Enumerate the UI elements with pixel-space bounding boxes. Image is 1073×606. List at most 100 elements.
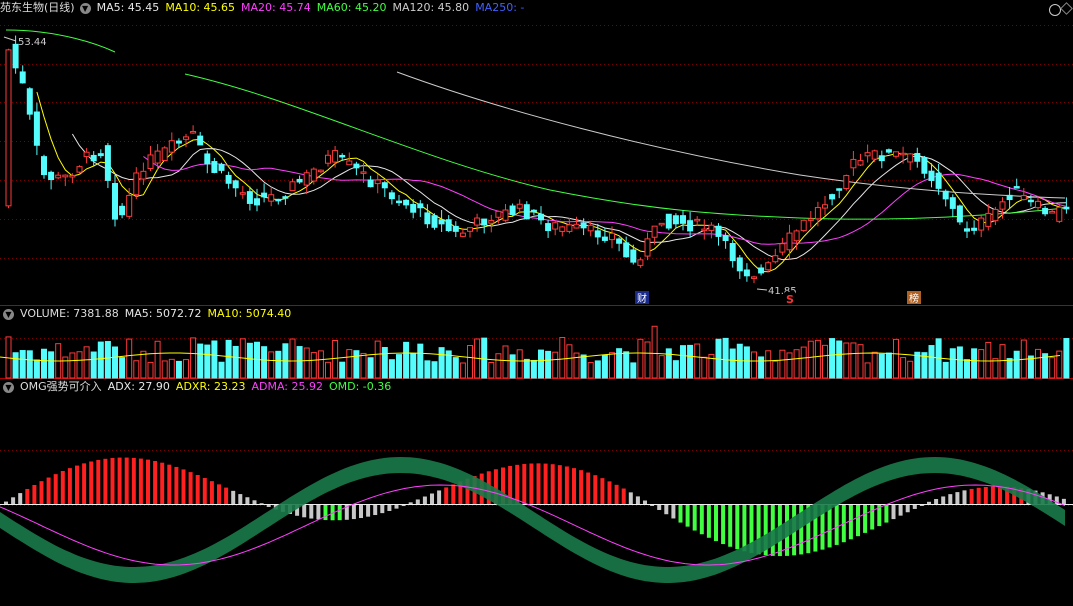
candle-body [758, 267, 765, 274]
omg-bar [557, 465, 562, 504]
omg-bar [373, 505, 378, 516]
candle-body [871, 150, 878, 160]
candle-body [836, 188, 843, 191]
volume-bar [566, 344, 573, 379]
omg-bar [834, 505, 839, 545]
candle-body [339, 154, 346, 158]
candle-body [275, 198, 282, 202]
candle-body [630, 249, 637, 263]
omg-bar [983, 486, 988, 504]
candle-body [225, 174, 232, 184]
omg-bar [75, 465, 79, 504]
omg-bar [742, 505, 747, 552]
candle-body [978, 217, 985, 231]
omg-bar [138, 458, 143, 504]
volume-bar [822, 344, 828, 379]
omg-bar [586, 472, 591, 504]
omg-bar [735, 505, 740, 550]
candlesticks [5, 35, 1070, 284]
omg-bar [337, 505, 342, 521]
candle-body [140, 170, 147, 180]
candle-body [33, 111, 40, 146]
omg-bar [635, 496, 640, 504]
candle-body [751, 276, 757, 279]
candle-body [545, 223, 552, 232]
volume-bar [488, 362, 495, 379]
candle-body [530, 209, 537, 213]
omg-bar [515, 464, 520, 504]
omg-bar [848, 505, 853, 540]
candle-body [935, 172, 942, 189]
omg-bar [976, 487, 981, 504]
candle-body [580, 222, 587, 229]
candle-body [857, 160, 864, 166]
omg-bar [309, 505, 314, 519]
volume-bar [1006, 358, 1013, 379]
candle-body [601, 236, 608, 241]
omg-bar [39, 481, 44, 504]
candle-body [637, 259, 644, 266]
candle-body [346, 160, 353, 166]
candle-body [317, 169, 324, 173]
volume-bar [758, 356, 765, 379]
omg-bar [884, 505, 889, 523]
candle-body [573, 223, 580, 229]
volume-bar [410, 352, 417, 379]
stock-chart[interactable]: 53.44 41.85 财 S 榜 [0, 0, 1073, 606]
omg-bar [934, 499, 939, 504]
candle-body [942, 190, 949, 200]
candle-body [282, 196, 289, 199]
candle-body [587, 224, 594, 232]
volume-bar [850, 342, 857, 379]
volume-bar [424, 360, 431, 379]
volume-bar [878, 353, 885, 379]
omg-bar [167, 464, 172, 504]
volume-bar [885, 352, 892, 379]
candle-body [83, 151, 90, 158]
volume-bar [800, 346, 807, 379]
candle-body [715, 225, 722, 237]
omg-bar [614, 484, 619, 504]
omg-bar [53, 474, 58, 504]
omg-bar [181, 469, 186, 504]
volume-bar [346, 349, 353, 379]
candle-body [360, 171, 367, 174]
volume-bar [168, 358, 175, 379]
volume-bar [907, 360, 914, 379]
candle-body [779, 243, 786, 253]
volume-bar [964, 359, 970, 379]
volume-bar [871, 351, 878, 379]
candle-body [736, 257, 743, 272]
candle-body [183, 136, 189, 140]
candle-body [708, 224, 715, 231]
omg-bar [188, 472, 193, 504]
omg-bar [905, 505, 910, 513]
omg-bar [572, 468, 576, 504]
volume-bar [1027, 355, 1034, 379]
volume-bar [296, 346, 303, 379]
volume-bar [651, 325, 658, 379]
omg-bar [678, 505, 683, 523]
candle-body [644, 238, 651, 257]
candle-body [76, 166, 83, 173]
volume-bar [999, 344, 1006, 379]
candle-body [431, 215, 438, 228]
candle-body [743, 269, 750, 277]
omg-bar [990, 486, 995, 504]
omg-bar [643, 500, 647, 504]
omg-bar [380, 505, 385, 514]
omg-bar [245, 497, 250, 504]
volume-bar [538, 349, 544, 379]
omg-bar [543, 463, 548, 504]
volume-bar [786, 352, 793, 379]
volume-bar [481, 337, 488, 379]
candle-body [559, 226, 566, 232]
volume-bar [403, 341, 410, 379]
volume-bar [190, 337, 197, 379]
candle-body [594, 230, 601, 238]
omg-bar [209, 481, 214, 504]
candle-body [516, 203, 523, 209]
omg-bar [60, 470, 65, 504]
candle-body [878, 155, 885, 162]
omg-bar [96, 459, 101, 504]
